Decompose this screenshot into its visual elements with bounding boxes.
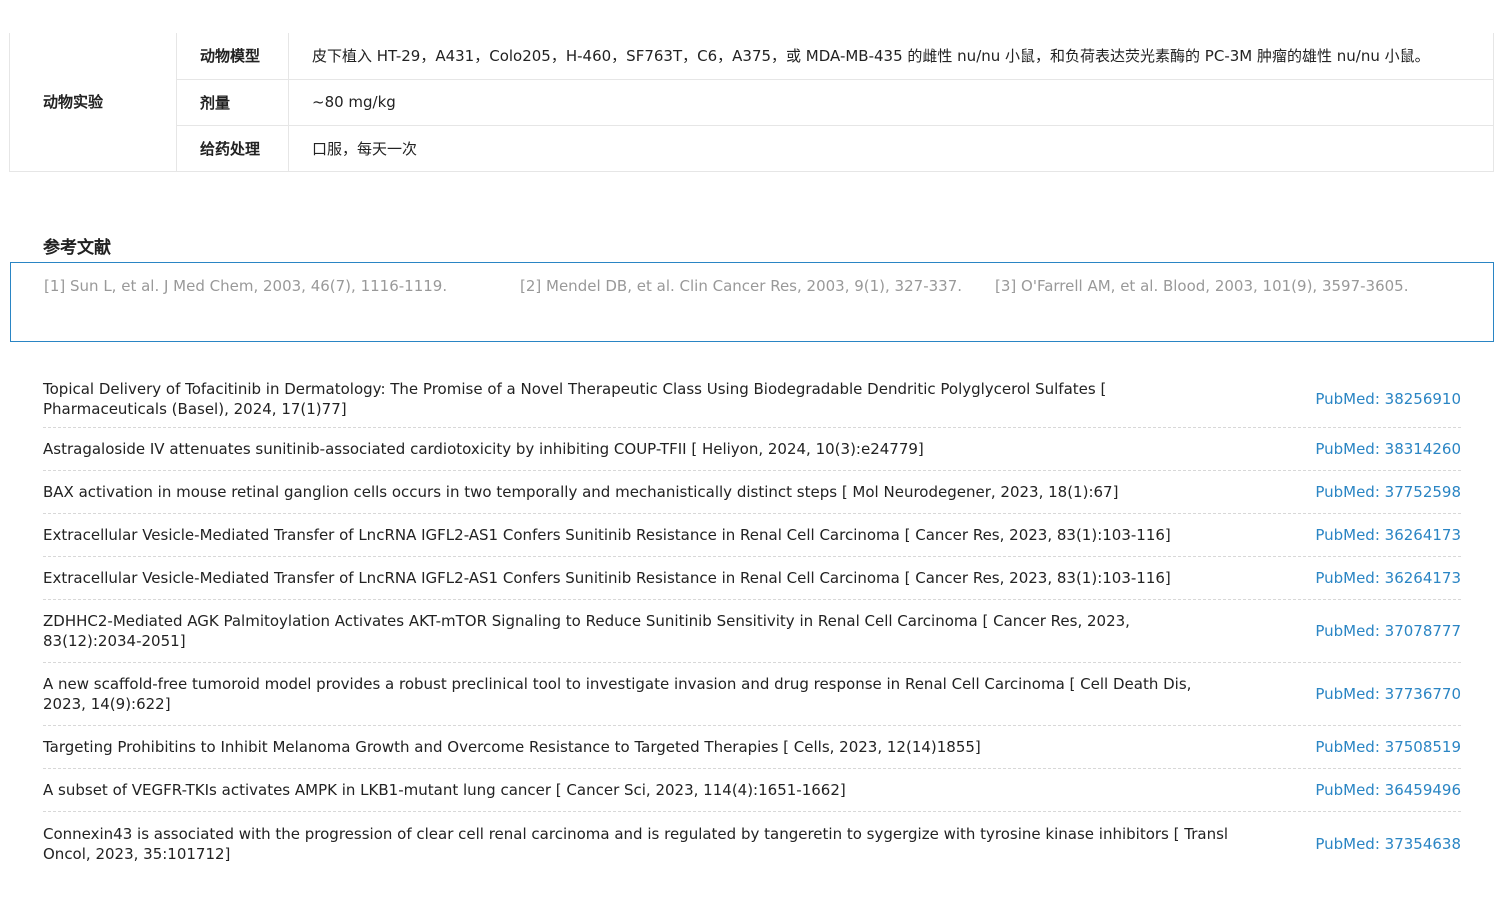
group-label: 动物实验 xyxy=(9,33,177,172)
table-row: 给药处理 口服，每天一次 xyxy=(10,124,1494,172)
pubmed-link[interactable]: PubMed: 37736770 xyxy=(1315,685,1461,703)
citation-row: Astragaloside IV attenuates sunitinib-as… xyxy=(43,428,1461,471)
citation-row: ZDHHC2-Mediated AGK Palmitoylation Activ… xyxy=(43,600,1461,663)
pubmed-link[interactable]: PubMed: 36459496 xyxy=(1315,781,1461,799)
citation-text: Targeting Prohibitins to Inhibit Melanom… xyxy=(43,738,981,756)
pubmed-link[interactable]: PubMed: 36264173 xyxy=(1315,526,1461,544)
row-value: 皮下植入 HT-29，A431，Colo205，H-460，SF763T，C6，… xyxy=(288,33,1494,80)
reference-item: [2] Mendel DB, et al. Clin Cancer Res, 2… xyxy=(520,277,963,295)
citation-text: A new scaffold-free tumoroid model provi… xyxy=(43,675,1192,713)
citation-row: Targeting Prohibitins to Inhibit Melanom… xyxy=(43,726,1461,769)
references-heading: 参考文献 xyxy=(43,238,111,258)
pubmed-link[interactable]: PubMed: 37752598 xyxy=(1315,483,1461,501)
citation-text: Extracellular Vesicle-Mediated Transfer … xyxy=(43,526,1171,544)
citation-row: Extracellular Vesicle-Mediated Transfer … xyxy=(43,557,1461,600)
citation-text: Astragaloside IV attenuates sunitinib-as… xyxy=(43,440,924,458)
row-key: 给药处理 xyxy=(176,124,289,172)
citation-row: A subset of VEGFR-TKIs activates AMPK in… xyxy=(43,769,1461,812)
citation-text: ZDHHC2-Mediated AGK Palmitoylation Activ… xyxy=(43,612,1130,650)
citation-row: Connexin43 is associated with the progre… xyxy=(43,812,1461,875)
citation-text: Extracellular Vesicle-Mediated Transfer … xyxy=(43,569,1171,587)
pubmed-link[interactable]: PubMed: 38256910 xyxy=(1315,390,1461,408)
pubmed-link[interactable]: PubMed: 37354638 xyxy=(1315,835,1461,853)
citation-text: BAX activation in mouse retinal ganglion… xyxy=(43,483,1119,501)
citation-text: A subset of VEGFR-TKIs activates AMPK in… xyxy=(43,781,846,799)
citation-list: Topical Delivery of Tofacitinib in Derma… xyxy=(43,370,1461,875)
pubmed-link[interactable]: PubMed: 37078777 xyxy=(1315,622,1461,640)
references-box: [1] Sun L, et al. J Med Chem, 2003, 46(7… xyxy=(10,262,1494,342)
pubmed-link[interactable]: PubMed: 37508519 xyxy=(1315,738,1461,756)
row-key: 剂量 xyxy=(176,78,289,126)
citation-text: Connexin43 is associated with the progre… xyxy=(43,824,1229,863)
citation-row: A new scaffold-free tumoroid model provi… xyxy=(43,663,1461,726)
table-row: 动物实验 动物模型 皮下植入 HT-29，A431，Colo205，H-460，… xyxy=(9,33,1494,172)
row-key: 动物模型 xyxy=(176,33,289,80)
citation-row: BAX activation in mouse retinal ganglion… xyxy=(43,471,1461,514)
animal-experiment-table: 动物实验 动物模型 皮下植入 HT-29，A431，Colo205，H-460，… xyxy=(9,33,1494,172)
row-value: ~80 mg/kg xyxy=(288,78,1494,126)
reference-item: [1] Sun L, et al. J Med Chem, 2003, 46(7… xyxy=(44,277,448,295)
pubmed-link[interactable]: PubMed: 36264173 xyxy=(1315,569,1461,587)
citation-row: Topical Delivery of Tofacitinib in Derma… xyxy=(43,370,1461,428)
reference-item: [3] O'Farrell AM, et al. Blood, 2003, 10… xyxy=(995,277,1409,295)
table-row: 剂量 ~80 mg/kg xyxy=(10,78,1494,126)
row-value: 口服，每天一次 xyxy=(288,124,1494,172)
pubmed-link[interactable]: PubMed: 38314260 xyxy=(1315,440,1461,458)
citation-row: Extracellular Vesicle-Mediated Transfer … xyxy=(43,514,1461,557)
citation-text: Topical Delivery of Tofacitinib in Derma… xyxy=(43,379,1107,418)
